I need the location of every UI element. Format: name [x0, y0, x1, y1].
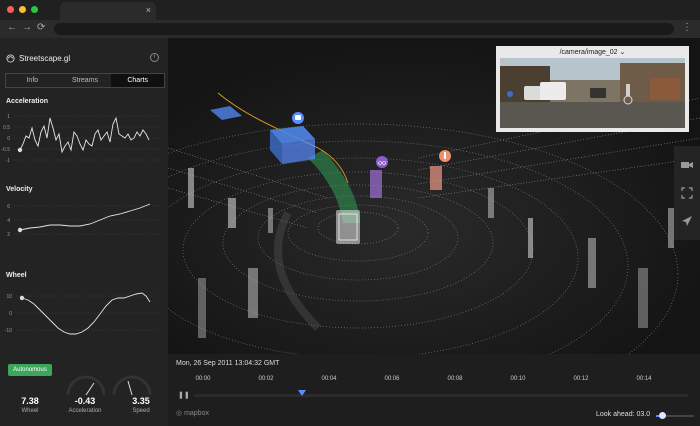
chevron-down-icon: ⌄ — [619, 49, 626, 56]
acceleration-series-line — [19, 116, 150, 154]
gauges — [66, 375, 152, 396]
mapbox-logo: ◎ mapbox — [176, 409, 209, 417]
reload-icon[interactable]: ⟳ — [37, 22, 45, 33]
timeline-tick-label: 00:14 — [636, 376, 652, 382]
browser-chrome: × ← → ⟳ ⋮ — [0, 0, 700, 38]
timeline-tick-label: 00:10 — [510, 376, 526, 382]
metric-speed: 3.35 Speed — [124, 396, 158, 414]
forward-arrow-icon[interactable]: → — [22, 22, 32, 33]
metric-wheel: 7.38 Wheel — [14, 396, 46, 414]
metric-label: Acceleration — [68, 408, 102, 414]
chart-title-wheel: Wheel — [6, 272, 27, 279]
navigation-bar: ← → ⟳ ⋮ — [0, 20, 700, 38]
y-tick-label: 0 — [7, 136, 10, 142]
chart-cursor[interactable] — [19, 295, 25, 301]
camera-selector[interactable]: /camera/image_02 ⌄ — [496, 48, 689, 56]
browser-menu-icon[interactable]: ⋮ — [682, 22, 692, 33]
mapbox-icon: ◎ — [176, 410, 185, 417]
y-tick-label: 0.5 — [3, 125, 10, 131]
metric-value: -0.43 — [74, 396, 96, 406]
look-ahead-label: Look ahead: 03.0 — [596, 411, 651, 418]
timeline-tick-label: 00:02 — [258, 376, 274, 382]
chart-title-acceleration: Acceleration — [6, 98, 49, 105]
app-brand: Streetscape.gl — [6, 54, 70, 63]
y-tick-label: 0 — [9, 311, 12, 317]
sidebar-tabs: Info Streams Charts — [5, 73, 165, 88]
tab-bar: × — [0, 0, 700, 20]
3d-viewport[interactable]: /camera/image_02 ⌄ — [168, 38, 700, 354]
app-name: Streetscape.gl — [19, 54, 71, 63]
timeline-tick-label: 00:00 — [195, 376, 211, 382]
chart-title-velocity: Velocity — [6, 186, 33, 193]
mapbox-wordmark: mapbox — [184, 410, 209, 417]
wheel-chart[interactable]: 10 0 -10 — [0, 284, 168, 342]
pause-icon[interactable]: ❚❚ — [178, 391, 190, 399]
camera-feed-panel[interactable]: /camera/image_02 ⌄ — [496, 46, 689, 132]
info-icon[interactable]: i — [150, 53, 159, 62]
view-controls — [674, 146, 700, 240]
ego-vehicle[interactable] — [336, 210, 360, 244]
tab-charts[interactable]: Charts — [111, 74, 165, 87]
window-controls — [7, 6, 38, 13]
playback-timeline: Mon, 26 Sep 2011 13:04:32 GMT 00:00 00:0… — [168, 354, 700, 426]
metric-value: 3.35 — [132, 396, 150, 406]
y-tick-label: 6 — [7, 204, 10, 210]
metric-acceleration: -0.43 Acceleration — [60, 396, 110, 414]
y-tick-label: 4 — [7, 218, 10, 224]
vehicle-status-panel: Autonomous 7.38 Wheel -0.43 Acceleration… — [0, 353, 168, 426]
minimize-window-button[interactable] — [19, 6, 26, 13]
camera-image — [500, 58, 685, 128]
camera-title: /camera/image_02 — [559, 49, 618, 56]
camera-view-icon[interactable] — [680, 158, 694, 172]
chart-cursor[interactable] — [17, 147, 23, 153]
metric-value: 7.38 — [21, 396, 39, 406]
timeline-track[interactable] — [194, 390, 688, 397]
y-tick-label: 2 — [7, 232, 10, 238]
tab-info[interactable]: Info — [6, 74, 59, 87]
metric-label: Speed — [132, 408, 150, 414]
look-ahead-slider-handle[interactable] — [658, 412, 666, 419]
timeline-tick-label: 00:06 — [384, 376, 400, 382]
close-window-button[interactable] — [7, 6, 14, 13]
browser-tab[interactable]: × — [60, 2, 156, 20]
autonomous-badge: Autonomous — [8, 364, 52, 376]
y-tick-label: -10 — [5, 328, 12, 334]
velocity-chart[interactable]: 6 4 2 — [0, 198, 168, 248]
streetscape-logo-icon — [6, 54, 15, 63]
playhead-marker[interactable] — [298, 390, 306, 396]
y-tick-label: 10 — [6, 294, 12, 300]
chart-cursor[interactable] — [17, 227, 23, 233]
acceleration-chart[interactable]: 1 0.5 0 -0.5 -1 — [0, 110, 168, 166]
current-timestamp: Mon, 26 Sep 2011 13:04:32 GMT — [176, 360, 280, 367]
tab-streams[interactable]: Streams — [59, 74, 112, 87]
address-bar[interactable] — [54, 23, 674, 35]
timeline-tick-label: 00:12 — [573, 376, 589, 382]
recenter-icon[interactable] — [680, 186, 694, 200]
navigation-arrow-icon[interactable] — [680, 214, 694, 228]
y-tick-label: 1 — [7, 114, 10, 120]
timeline-tick-label: 00:04 — [321, 376, 337, 382]
tab-close-icon[interactable]: × — [146, 5, 151, 15]
look-ahead-slider[interactable] — [656, 412, 694, 419]
maximize-window-button[interactable] — [31, 6, 38, 13]
metric-label: Wheel — [21, 408, 39, 414]
timeline-tick-label: 00:08 — [447, 376, 463, 382]
y-tick-label: -0.5 — [1, 147, 10, 153]
y-tick-label: -1 — [6, 158, 11, 164]
velocity-series-line — [19, 203, 151, 231]
back-arrow-icon[interactable]: ← — [7, 22, 17, 33]
sidebar: Streetscape.gl i Info Streams Charts Acc… — [0, 38, 168, 426]
